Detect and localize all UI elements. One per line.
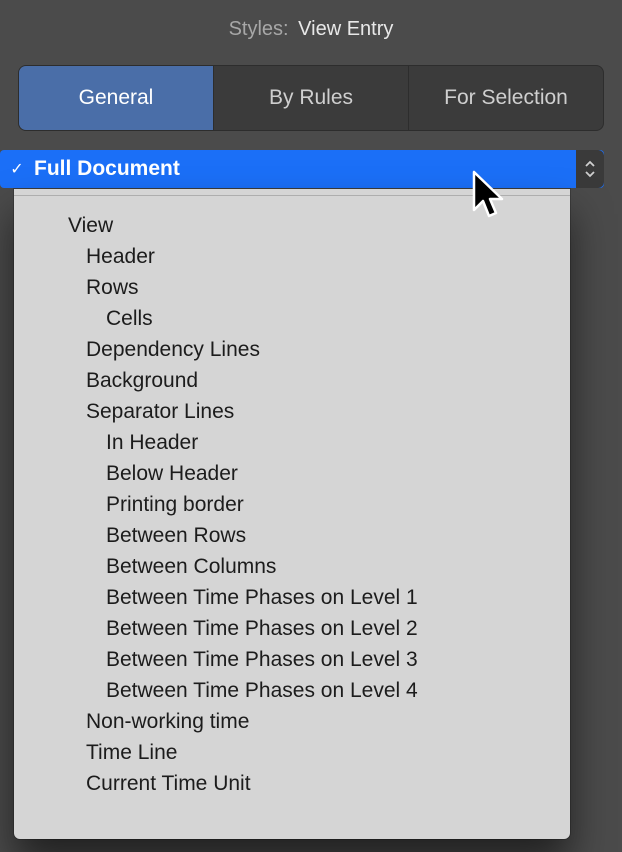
tree-item[interactable]: View [14,210,570,241]
tab-for-selection[interactable]: For Selection [409,66,603,130]
tree-item[interactable]: Between Columns [14,551,570,582]
tree-item[interactable]: Current Time Unit [14,768,570,799]
tree-item[interactable]: Dependency Lines [14,334,570,365]
tree-item[interactable]: Between Time Phases on Level 4 [14,675,570,706]
scope-selector-label: Full Document [34,157,604,181]
scope-selector-stepper[interactable] [576,150,604,188]
tree-item[interactable]: Background [14,365,570,396]
tree-item[interactable]: Between Time Phases on Level 1 [14,582,570,613]
tree-item[interactable]: Cells [14,303,570,334]
tree-item[interactable]: Between Time Phases on Level 2 [14,613,570,644]
tree-item[interactable]: In Header [14,427,570,458]
tree-item[interactable]: Separator Lines [14,396,570,427]
tree-item[interactable]: Printing border [14,489,570,520]
tree-item[interactable]: Between Time Phases on Level 3 [14,644,570,675]
style-tree: ViewHeaderRowsCellsDependency LinesBackg… [14,196,570,799]
tree-item[interactable]: Time Line [14,737,570,768]
tree-item[interactable]: Below Header [14,458,570,489]
tab-by-rules[interactable]: By Rules [214,66,409,130]
tab-general[interactable]: General [19,66,214,130]
check-icon: ✓ [0,159,34,179]
tabs: General By Rules For Selection [18,65,604,131]
panel-title-label: Styles: [229,18,289,40]
panel-title-value: View Entry [298,18,393,40]
scope-selector[interactable]: ✓ Full Document [0,150,604,188]
tree-item[interactable]: Header [14,241,570,272]
tree-item[interactable]: Between Rows [14,520,570,551]
tree-item[interactable]: Rows [14,272,570,303]
stepper-icon [584,160,596,178]
scope-dropdown: ViewHeaderRowsCellsDependency LinesBackg… [14,189,570,839]
tree-item[interactable]: Non-working time [14,706,570,737]
panel-title: Styles: View Entry [0,0,622,51]
